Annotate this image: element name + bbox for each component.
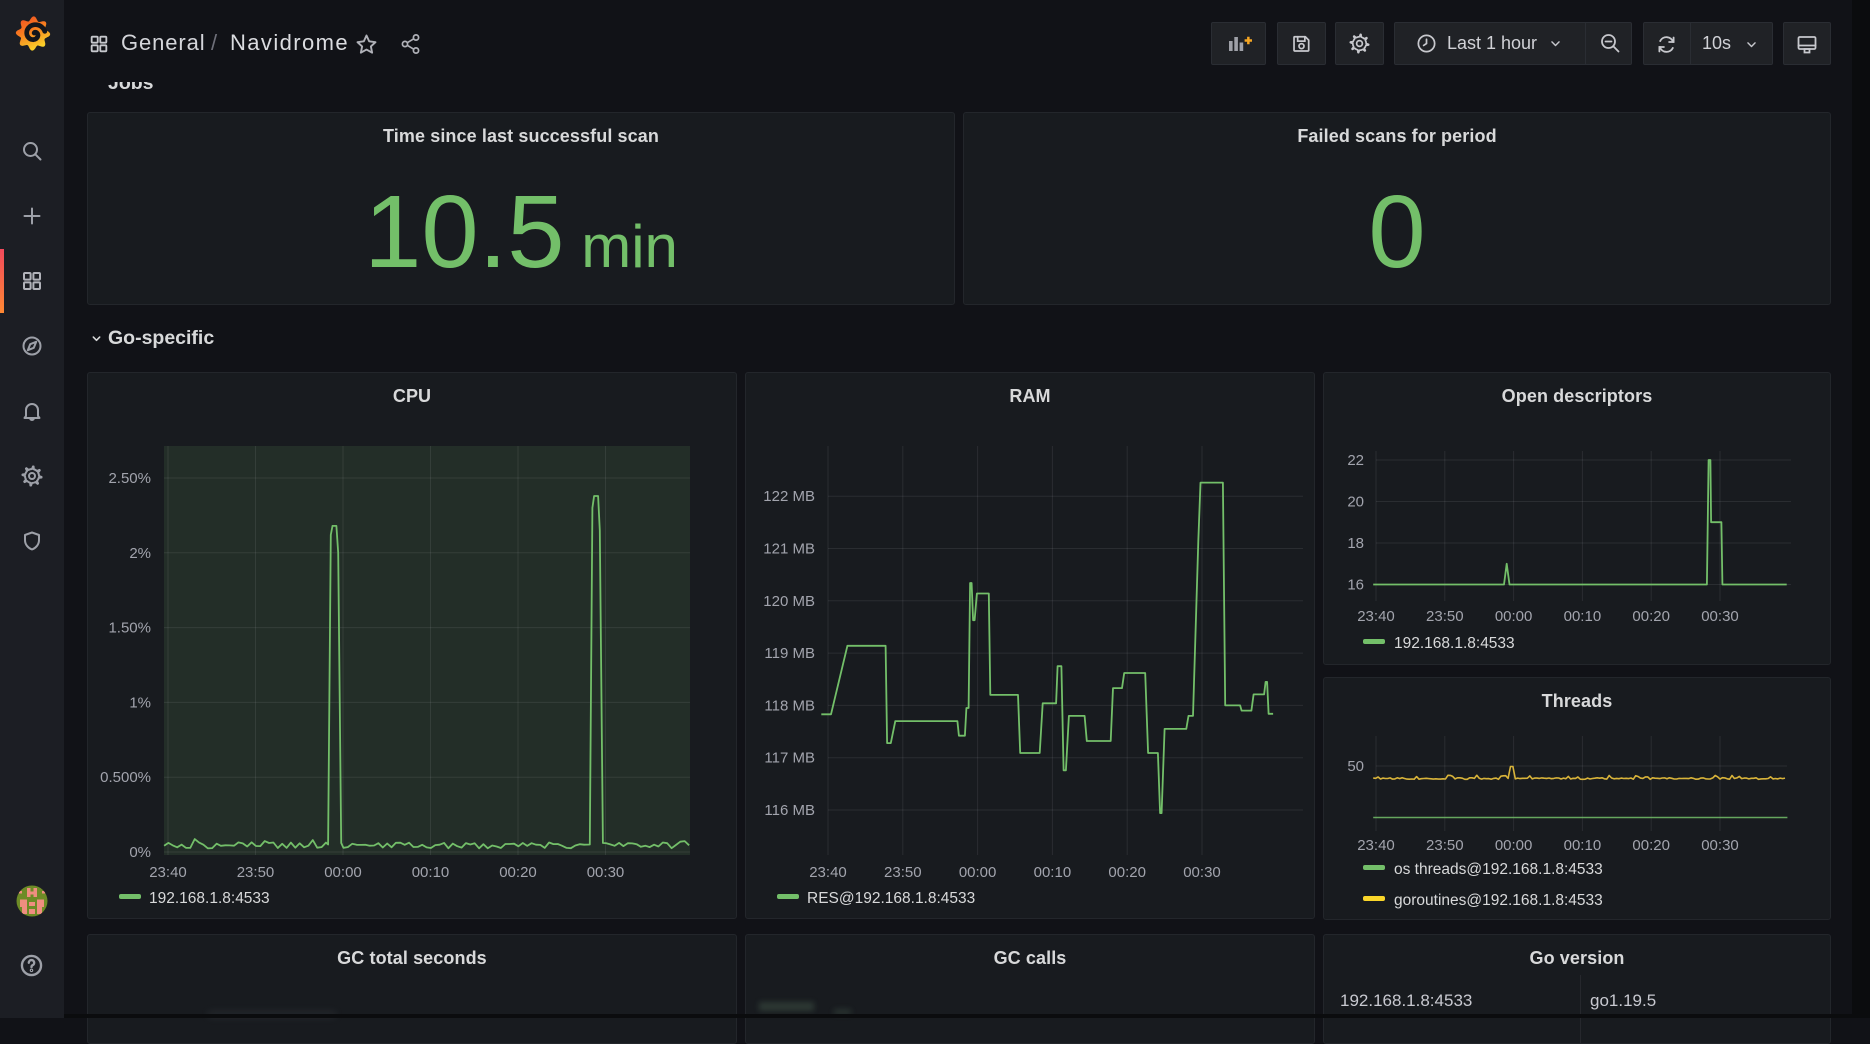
svg-text:00:30: 00:30	[1701, 608, 1739, 625]
svg-text:23:50: 23:50	[237, 864, 275, 881]
svg-text:00:20: 00:20	[499, 864, 537, 881]
svg-text:00:00: 00:00	[324, 864, 362, 881]
svg-text:117 MB: 117 MB	[764, 750, 815, 767]
svg-text:119 MB: 119 MB	[764, 645, 815, 662]
svg-text:121 MB: 121 MB	[763, 541, 815, 558]
svg-text:2%: 2%	[129, 545, 151, 562]
svg-text:122 MB: 122 MB	[763, 488, 815, 505]
svg-text:1.50%: 1.50%	[108, 620, 151, 637]
svg-text:118 MB: 118 MB	[764, 697, 815, 714]
svg-text:23:40: 23:40	[149, 864, 187, 881]
svg-text:23:50: 23:50	[1426, 837, 1464, 854]
svg-text:23:40: 23:40	[1357, 608, 1395, 625]
svg-text:00:10: 00:10	[1564, 837, 1602, 854]
svg-text:00:30: 00:30	[587, 864, 625, 881]
svg-text:00:00: 00:00	[1495, 837, 1533, 854]
svg-text:192.168.1.8:4533: 192.168.1.8:4533	[149, 890, 270, 907]
svg-text:00:20: 00:20	[1108, 864, 1146, 881]
svg-text:00:10: 00:10	[1564, 608, 1602, 625]
svg-text:20: 20	[1347, 494, 1364, 511]
svg-text:23:40: 23:40	[809, 864, 847, 881]
svg-text:0%: 0%	[129, 844, 151, 861]
svg-text:116 MB: 116 MB	[764, 802, 815, 819]
svg-text:00:00: 00:00	[959, 864, 997, 881]
svg-text:00:20: 00:20	[1632, 608, 1670, 625]
svg-text:00:20: 00:20	[1632, 837, 1670, 854]
svg-text:192.168.1.8:4533: 192.168.1.8:4533	[1394, 635, 1515, 652]
svg-text:22: 22	[1347, 452, 1364, 469]
svg-text:23:50: 23:50	[1426, 608, 1464, 625]
svg-text:23:50: 23:50	[884, 864, 922, 881]
svg-text:RES@192.168.1.8:4533: RES@192.168.1.8:4533	[807, 890, 975, 907]
svg-text:18: 18	[1347, 535, 1364, 552]
svg-text:00:10: 00:10	[1034, 864, 1072, 881]
svg-text:16: 16	[1347, 577, 1364, 594]
svg-text:os threads@192.168.1.8:4533: os threads@192.168.1.8:4533	[1394, 861, 1603, 878]
svg-text:1%: 1%	[129, 694, 151, 711]
svg-text:120 MB: 120 MB	[763, 593, 815, 610]
svg-text:50: 50	[1347, 758, 1364, 775]
svg-text:00:10: 00:10	[412, 864, 450, 881]
svg-text:2.50%: 2.50%	[108, 470, 151, 487]
svg-text:23:40: 23:40	[1357, 837, 1395, 854]
svg-text:0.500%: 0.500%	[100, 769, 151, 786]
svg-text:00:30: 00:30	[1183, 864, 1221, 881]
svg-text:00:00: 00:00	[1495, 608, 1533, 625]
svg-text:00:30: 00:30	[1701, 837, 1739, 854]
svg-text:goroutines@192.168.1.8:4533: goroutines@192.168.1.8:4533	[1394, 892, 1603, 909]
